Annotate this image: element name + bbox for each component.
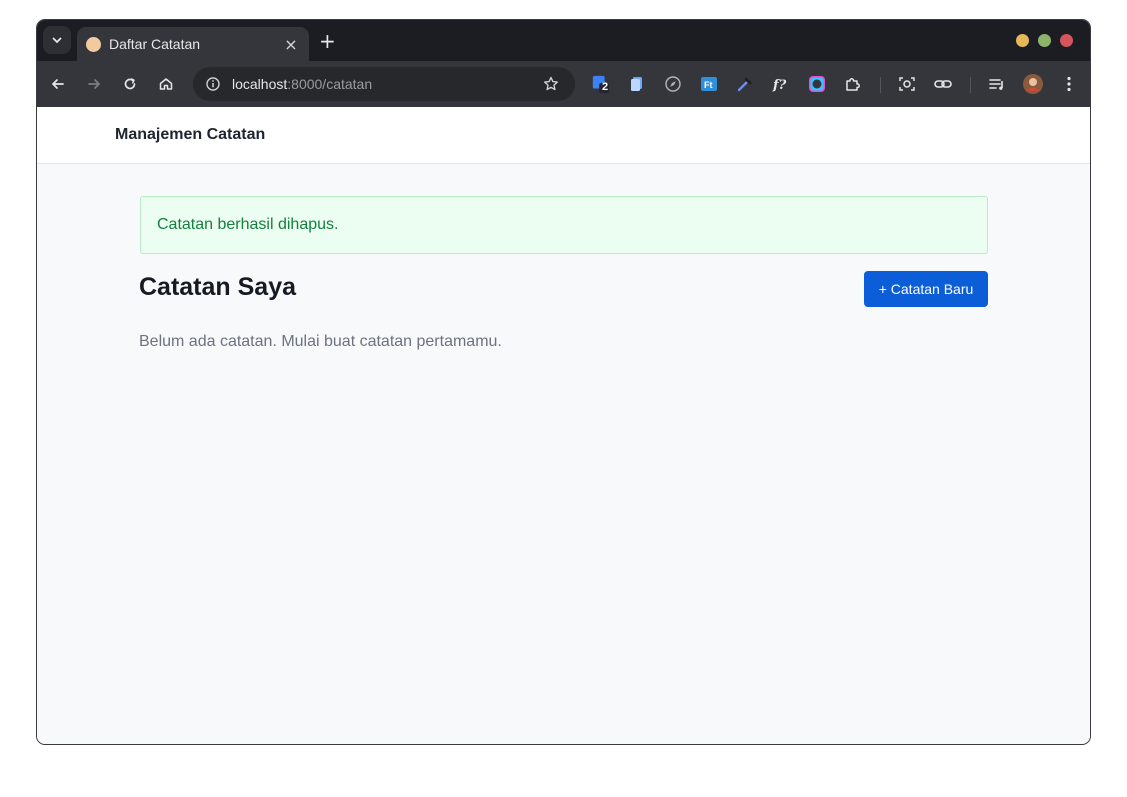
page-content: Manajemen Catatan Catatan berhasil dihap… [37, 107, 1090, 744]
tab-search-button[interactable] [43, 26, 71, 54]
compass-extension-icon[interactable] [663, 74, 683, 94]
browser-toolbar: localhost:8000/catatan 2 Ft f? [37, 61, 1090, 107]
screenshot-icon[interactable] [897, 74, 917, 94]
toolbar-divider [880, 77, 881, 93]
maximize-button[interactable] [1038, 34, 1051, 47]
favicon-icon [86, 36, 101, 52]
close-window-button[interactable] [1060, 34, 1073, 47]
back-icon[interactable] [48, 74, 68, 94]
new-tab-button[interactable]: + [319, 29, 336, 53]
browser-window: Daftar Catatan × + localhost:8000/catata… [36, 19, 1091, 745]
color-ring-extension-icon[interactable] [807, 74, 827, 94]
url-path: :8000/catatan [287, 76, 373, 92]
link-icon[interactable] [933, 74, 953, 94]
eyedropper-extension-icon[interactable] [735, 74, 755, 94]
profile-avatar[interactable] [1023, 74, 1043, 94]
tab-active[interactable]: Daftar Catatan × [77, 27, 309, 61]
minimize-button[interactable] [1016, 34, 1029, 47]
svg-text:f?: f? [772, 78, 787, 93]
url-host: localhost [232, 76, 288, 92]
font-extension-icon[interactable]: f? [771, 74, 791, 94]
shield-extension-icon[interactable]: 2 [591, 74, 611, 94]
chevron-down-icon [52, 37, 62, 44]
more-menu-icon[interactable] [1059, 74, 1079, 94]
page-title: Catatan Saya [139, 273, 297, 301]
new-note-button[interactable]: + Catatan Baru [864, 271, 988, 307]
address-bar[interactable]: localhost:8000/catatan [193, 67, 575, 101]
brand-link[interactable]: Manajemen Catatan [115, 126, 265, 144]
bookmark-star-icon[interactable] [541, 74, 561, 94]
reload-icon[interactable] [120, 74, 140, 94]
home-icon[interactable] [156, 74, 176, 94]
ft-extension-icon[interactable]: Ft [699, 74, 719, 94]
site-info-icon[interactable] [205, 76, 221, 92]
close-icon[interactable]: × [282, 35, 300, 54]
svg-text:Ft: Ft [704, 80, 713, 90]
clipboard-extension-icon[interactable] [627, 74, 647, 94]
extensions-puzzle-icon[interactable] [843, 74, 863, 94]
tab-title: Daftar Catatan [109, 36, 201, 52]
extension-badge: 2 [602, 81, 609, 93]
empty-state-message: Belum ada catatan. Mulai buat catatan pe… [139, 333, 502, 350]
toolbar-divider [970, 77, 971, 93]
media-queue-icon[interactable] [987, 74, 1007, 94]
tab-strip: Daftar Catatan × + [37, 20, 1090, 61]
forward-icon[interactable] [84, 74, 104, 94]
top-navbar: Manajemen Catatan [37, 107, 1090, 164]
success-alert: Catatan berhasil dihapus. [140, 196, 988, 254]
